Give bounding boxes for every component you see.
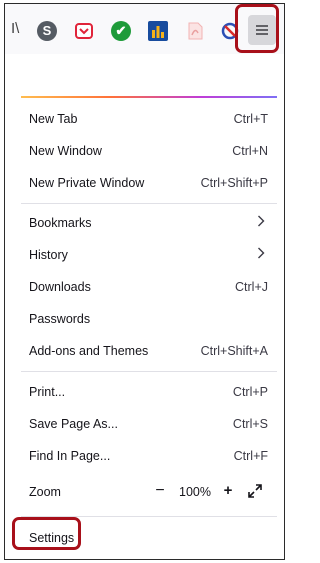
menu-item-shortcut: Ctrl+F bbox=[233, 449, 268, 463]
chevron-right-icon bbox=[258, 247, 265, 259]
browser-window-frame: I\ S ✔ New Tab Ctrl+T New Window Ctrl+N … bbox=[4, 3, 285, 560]
menu-item-bookmarks[interactable]: Bookmarks bbox=[17, 207, 279, 239]
menu-separator bbox=[21, 203, 277, 204]
menu-item-history[interactable]: History bbox=[17, 239, 279, 271]
menu-item-label: Bookmarks bbox=[29, 216, 92, 230]
toolbar-overflow-text: I\ bbox=[11, 20, 20, 37]
menu-item-shortcut: Ctrl+Shift+A bbox=[200, 344, 268, 358]
highlight-box-menu-button bbox=[235, 4, 279, 53]
menu-item-label: Find In Page... bbox=[29, 449, 111, 463]
menu-item-downloads[interactable]: Downloads Ctrl+J bbox=[17, 271, 279, 303]
zoom-label: Zoom bbox=[29, 485, 61, 499]
menu-item-label: Save Page As... bbox=[29, 417, 118, 431]
accent-gradient-bar bbox=[21, 96, 277, 98]
menu-item-addons-themes[interactable]: Add-ons and Themes Ctrl+Shift+A bbox=[17, 335, 279, 367]
menu-item-save-page-as[interactable]: Save Page As... Ctrl+S bbox=[17, 408, 279, 440]
menu-item-find-in-page[interactable]: Find In Page... Ctrl+F bbox=[17, 440, 279, 472]
menu-item-passwords[interactable]: Passwords bbox=[17, 303, 279, 335]
menu-item-label: History bbox=[29, 248, 68, 262]
zoom-reset-button[interactable]: 100% bbox=[179, 485, 211, 499]
menu-item-label: New Tab bbox=[29, 112, 78, 126]
menu-item-label: Print... bbox=[29, 385, 66, 399]
menu-item-label: Passwords bbox=[29, 312, 91, 326]
menu-item-print[interactable]: Print... Ctrl+P bbox=[17, 376, 279, 408]
menu-item-shortcut: Ctrl+T bbox=[233, 112, 268, 126]
zoom-in-button[interactable]: + bbox=[219, 482, 237, 500]
menu-item-shortcut: Ctrl+N bbox=[232, 144, 268, 158]
app-menu-panel: New Tab Ctrl+T New Window Ctrl+N New Pri… bbox=[17, 56, 279, 556]
s-extension-icon[interactable]: S bbox=[37, 21, 57, 41]
menu-item-label: Downloads bbox=[29, 280, 91, 294]
highlight-box-settings bbox=[12, 517, 81, 550]
menu-item-new-private-window[interactable]: New Private Window Ctrl+Shift+P bbox=[17, 167, 279, 199]
menu-item-shortcut: Ctrl+P bbox=[232, 385, 268, 399]
menu-item-shortcut: Ctrl+Shift+P bbox=[200, 176, 268, 190]
menu-item-label: New Private Window bbox=[29, 176, 145, 190]
bar-chart-extension-icon[interactable] bbox=[148, 21, 168, 41]
menu-item-shortcut: Ctrl+S bbox=[232, 417, 268, 431]
menu-item-shortcut: Ctrl+J bbox=[235, 280, 268, 294]
pocket-icon[interactable] bbox=[74, 21, 94, 41]
zoom-out-button[interactable]: − bbox=[151, 482, 169, 500]
fullscreen-icon[interactable] bbox=[247, 483, 263, 499]
menu-item-zoom: Zoom − 100% + bbox=[17, 476, 279, 508]
menu-separator bbox=[21, 371, 277, 372]
menu-item-label: New Window bbox=[29, 144, 102, 158]
menu-item-label: Add-ons and Themes bbox=[29, 344, 149, 358]
checkmark-extension-icon[interactable]: ✔ bbox=[111, 21, 131, 41]
menu-item-new-window[interactable]: New Window Ctrl+N bbox=[17, 135, 279, 167]
pdf-icon[interactable] bbox=[185, 21, 205, 41]
menu-item-new-tab[interactable]: New Tab Ctrl+T bbox=[17, 103, 279, 135]
chevron-right-icon bbox=[258, 215, 265, 227]
